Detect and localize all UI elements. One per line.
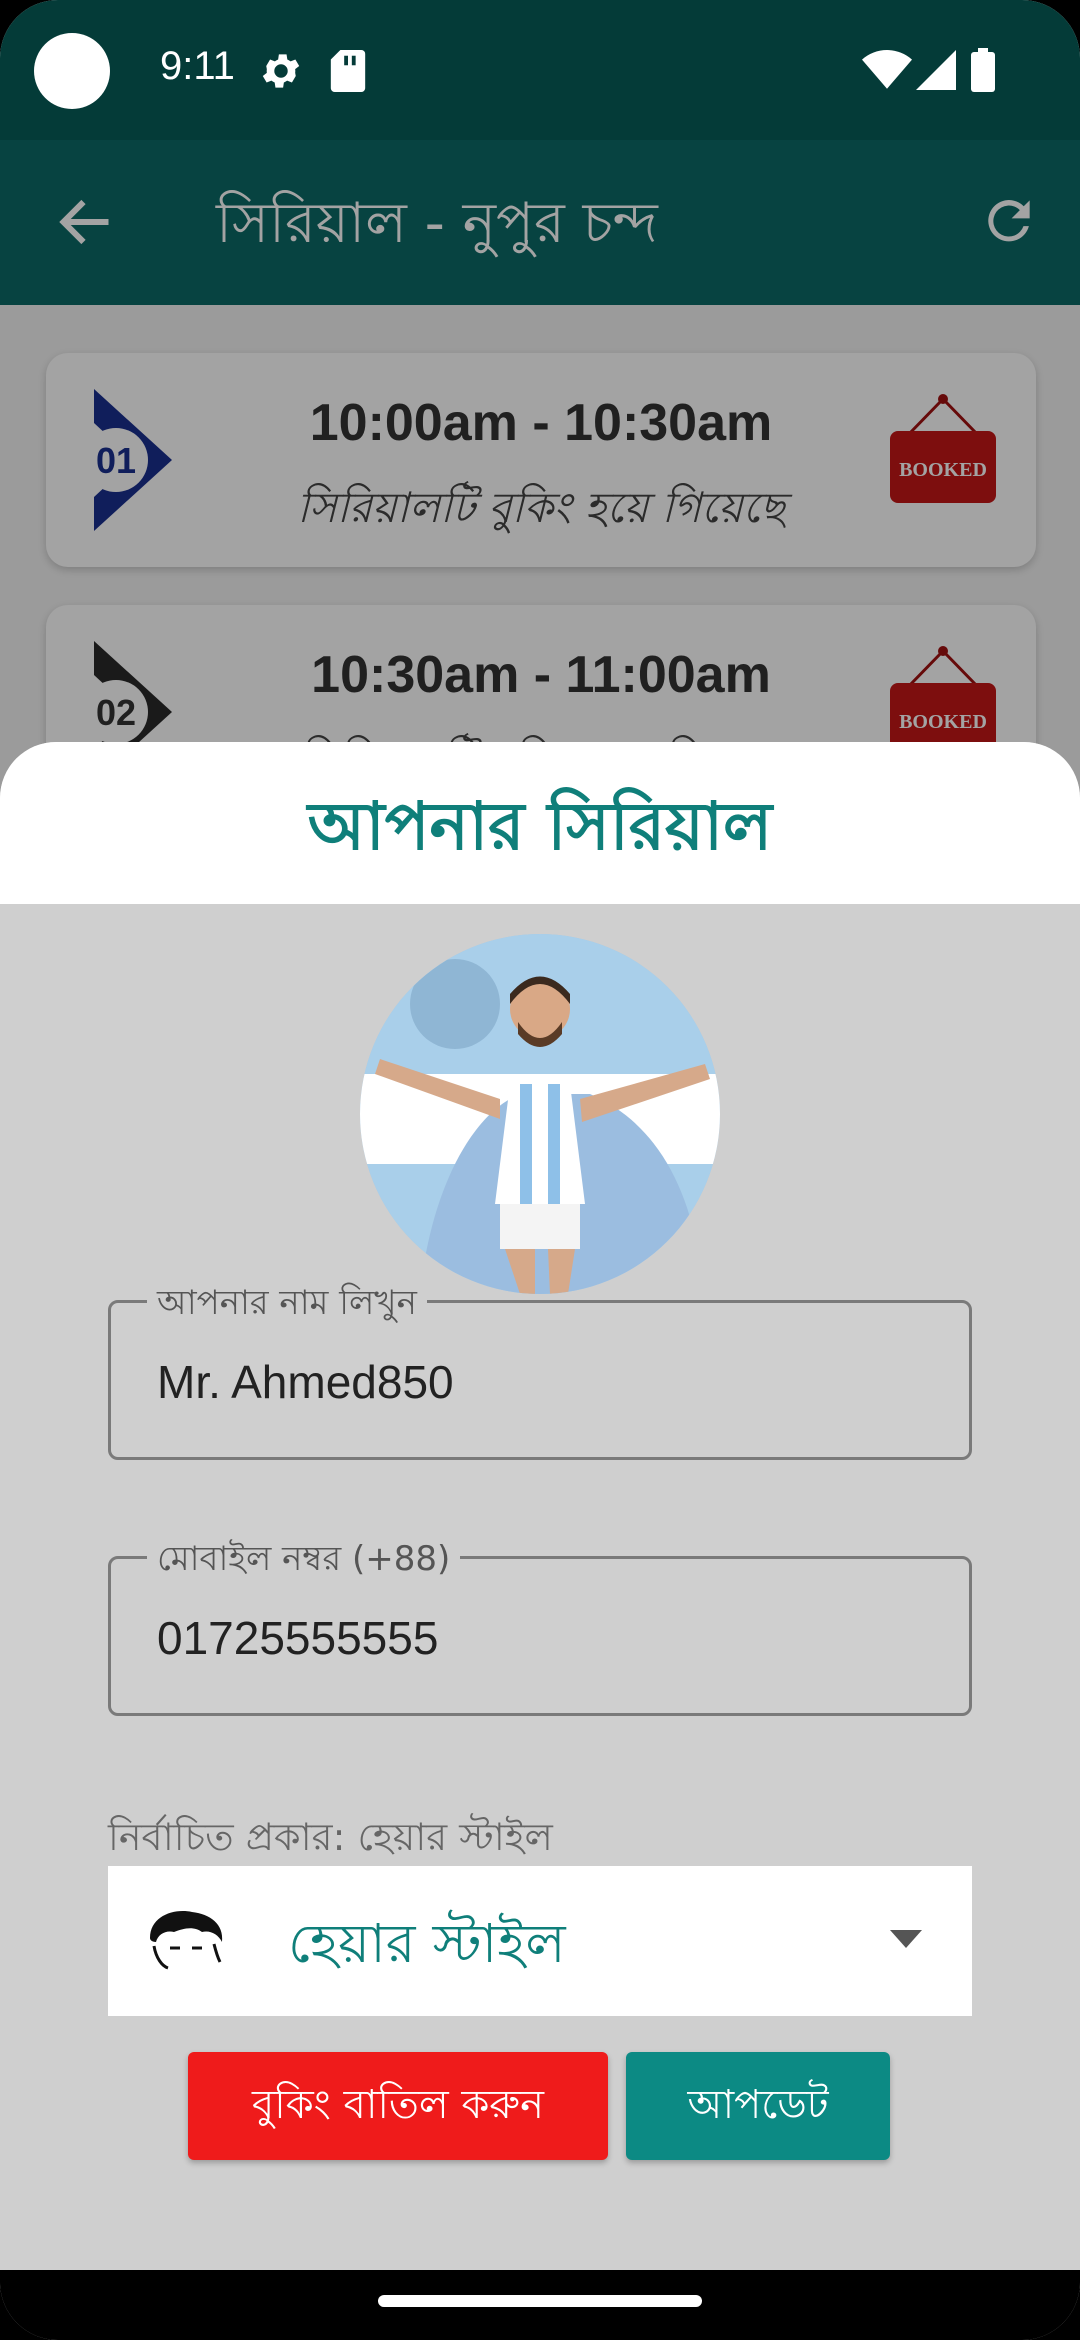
sheet-header: আপনার সিরিয়াল: [0, 742, 1080, 904]
service-type-dropdown[interactable]: হেয়ার স্টাইল: [108, 1866, 972, 2016]
cancel-booking-button[interactable]: বুকিং বাতিল করুন: [188, 2052, 608, 2160]
camera-cutout: [34, 33, 110, 109]
phone-screen: 9:11 সিরিয়াল - নুপুর চন্দ 01 10:00am - …: [0, 0, 1080, 2340]
dropdown-selected-value: হেয়ার স্টাইল: [288, 1912, 566, 1975]
signal-icon: [916, 50, 956, 90]
selected-type-label: নির্বাচিত প্রকার: হেয়ার স্টাইল: [108, 1815, 553, 1859]
name-field[interactable]: আপনার নাম লিখুন Mr. Ahmed850: [108, 1277, 972, 1460]
update-button[interactable]: আপডেট: [626, 2052, 890, 2160]
avatar-image: [360, 934, 720, 1294]
mobile-input[interactable]: 01725555555: [157, 1611, 438, 1665]
name-field-label: আপনার নাম লিখুন: [147, 1277, 427, 1334]
battery-icon: [971, 48, 995, 92]
home-gesture-handle[interactable]: [378, 2295, 702, 2307]
chevron-down-icon: [890, 1930, 922, 1948]
status-time: 9:11: [160, 44, 235, 88]
hair-style-icon: [150, 1911, 223, 1970]
mobile-field[interactable]: মোবাইল নম্বর (+88) 01725555555: [108, 1533, 972, 1716]
sd-card-icon: [330, 50, 366, 92]
sheet-title: আপনার সিরিয়াল: [307, 788, 773, 865]
status-bar: 9:11: [0, 0, 1080, 140]
serial-bottom-sheet: আপনার সিরিয়াল আপনার নাম লিখুন Mr. Ahmed…: [0, 742, 1080, 2270]
mobile-field-label: মোবাইল নম্বর (+88): [147, 1533, 461, 1590]
name-input[interactable]: Mr. Ahmed850: [157, 1355, 454, 1409]
user-avatar[interactable]: [360, 934, 720, 1294]
wifi-icon: [862, 50, 912, 89]
settings-gear-icon: [262, 54, 300, 88]
